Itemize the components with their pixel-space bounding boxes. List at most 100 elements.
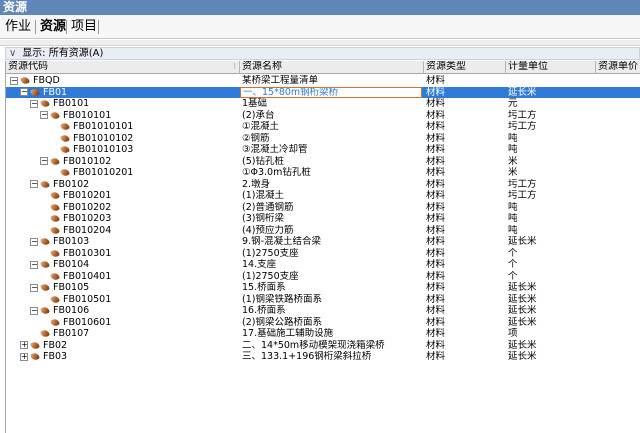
table-row[interactable]: FB010203 (3)钢桁梁 材料 吨 xyxy=(6,213,640,225)
tab-activities[interactable]: 作业 xyxy=(2,18,34,36)
collapse-icon[interactable]: − xyxy=(30,306,38,315)
table-row[interactable]: − FB0104 14.支座 材料 个 xyxy=(6,259,640,271)
table-row[interactable]: − FB0103 9.钢-混凝土结合梁 材料 延长米 xyxy=(6,236,640,248)
tab-resources[interactable]: 资源 xyxy=(37,18,69,36)
cell-code: − FB0101 xyxy=(6,98,238,110)
collapse-icon[interactable]: − xyxy=(40,111,48,119)
collapse-icon[interactable]: − xyxy=(30,180,38,188)
collapse-icon[interactable]: − xyxy=(10,76,18,85)
cell-name: 9.钢-混凝土结合梁 xyxy=(242,236,321,247)
table-row[interactable]: FB01010201 ①Φ3.0m钻孔桩 材料 米 xyxy=(6,167,640,179)
table-row[interactable]: FB010401 (1)2750支座 材料 个 xyxy=(6,271,640,283)
table-row[interactable]: − FB0105 15.桥面系 材料 延长米 xyxy=(6,282,640,294)
table-row[interactable]: FB01010103 ③混凝土冷却管 材料 吨 xyxy=(6,144,640,156)
cell-code: FB01010102 xyxy=(6,133,238,145)
cell-type: 材料 xyxy=(426,121,446,132)
collapse-icon[interactable]: − xyxy=(30,283,38,292)
cell-unit: 延长米 xyxy=(508,293,537,305)
resource-code: FB010101 xyxy=(63,109,112,121)
table-row[interactable]: + FB02 二、14*50m移动模架现浇箱梁桥 材料 延长米 xyxy=(6,340,640,352)
table-row[interactable]: − FB0101 1基础 材料 元 xyxy=(6,98,640,110)
resource-code: FB010202 xyxy=(63,201,112,213)
cell-type: 材料 xyxy=(426,75,446,86)
cell-name: 16.桥面系 xyxy=(242,305,286,316)
cell-code: − FB0106 xyxy=(6,305,238,317)
column-filter-icon[interactable]: ⁝ xyxy=(233,61,236,73)
column-header-code-label: 资源代码 xyxy=(8,61,48,72)
cell-code: FB01010101 xyxy=(6,121,238,133)
cell-code: FB010501 xyxy=(6,294,238,306)
column-header-name[interactable]: 资源名称 xyxy=(240,61,424,74)
resource-code: FB010501 xyxy=(63,293,112,305)
collapse-icon[interactable]: − xyxy=(30,99,38,108)
resource-icon xyxy=(50,157,60,166)
table-row[interactable]: − FB010101 (2)承台 材料 圬工方 xyxy=(6,110,640,122)
resource-code: FB0104 xyxy=(53,259,90,270)
table-row[interactable]: + FB03 三、133.1+196钢桁梁斜拉桥 材料 延长米 xyxy=(6,351,640,363)
table-row[interactable]: − FB010102 (5)钻孔桩 材料 米 xyxy=(6,156,640,168)
cell-type: 材料 xyxy=(426,201,446,213)
resource-code: FB010102 xyxy=(63,155,112,167)
table-row[interactable]: FB010501 (1)钢梁铁路桥面系 材料 延长米 xyxy=(6,294,640,306)
resource-code: FB03 xyxy=(43,351,68,362)
column-header-unit[interactable]: 计量单位 xyxy=(506,61,596,74)
cell-name: ②钢筋 xyxy=(242,132,270,144)
cell-type: 材料 xyxy=(426,247,446,259)
resource-icon xyxy=(50,214,60,223)
cell-unit: 圬工方 xyxy=(508,178,537,190)
table-row[interactable]: − FB01 一、15*80m钢桁梁桥 材料 延长米 xyxy=(6,86,640,98)
table-row[interactable]: FB010201 (1)混凝土 材料 圬工方 xyxy=(6,190,640,202)
cell-code: FB010204 xyxy=(6,225,238,237)
chevron-down-icon[interactable]: ∨ xyxy=(9,48,19,59)
column-header-type[interactable]: 资源类型 xyxy=(424,61,506,74)
column-header-price[interactable]: 资源单价 xyxy=(596,61,640,74)
cell-type: 材料 xyxy=(426,190,446,201)
cell-unit: 米 xyxy=(508,167,518,178)
table-row[interactable]: − FBQD 某桥梁工程量清单 材料 xyxy=(6,75,640,87)
column-header-code[interactable]: 资源代码 ⁝ xyxy=(6,61,240,74)
cell-type: 材料 xyxy=(426,98,446,109)
collapse-icon[interactable]: − xyxy=(20,88,28,96)
cell-type: 材料 xyxy=(426,305,446,316)
table-row[interactable]: FB01010101 ①混凝土 材料 圬工方 xyxy=(6,121,640,133)
resource-code: FB0105 xyxy=(53,282,90,293)
collapse-icon[interactable]: − xyxy=(30,260,38,269)
cell-unit: 延长米 xyxy=(508,236,537,247)
filter-bar[interactable]: ∨ 显示: 所有资源(A) xyxy=(5,47,640,60)
resource-code: FB010401 xyxy=(63,270,112,282)
cell-type: 材料 xyxy=(426,259,446,270)
resource-icon xyxy=(40,260,50,269)
table-row[interactable]: − FB0106 16.桥面系 材料 延长米 xyxy=(6,305,640,317)
resource-icon xyxy=(50,318,60,327)
resource-code: FB010601 xyxy=(63,316,112,328)
table-row[interactable]: FB010204 (4)预应力筋 材料 吨 xyxy=(6,225,640,237)
tab-projects[interactable]: 项目 xyxy=(68,18,100,36)
cell-type: 材料 xyxy=(426,282,446,293)
tab-divider xyxy=(66,20,67,34)
table-row[interactable]: − FB0102 2.墩身 材料 圬工方 xyxy=(6,179,640,191)
cell-type: 材料 xyxy=(426,155,446,167)
collapse-icon[interactable]: − xyxy=(40,157,48,165)
resource-icon xyxy=(30,352,40,361)
expand-icon[interactable]: + xyxy=(20,341,28,349)
cell-code: − FB0102 xyxy=(6,179,238,191)
cell-type: 材料 xyxy=(426,167,446,178)
table-row[interactable]: FB0107 17.基础施工辅助设施 材料 项 xyxy=(6,328,640,340)
cell-name: 1基础 xyxy=(242,98,268,109)
cell-type: 材料 xyxy=(426,213,446,224)
expand-icon[interactable]: + xyxy=(20,352,28,361)
table-row[interactable]: FB01010102 ②钢筋 材料 吨 xyxy=(6,133,640,145)
cell-name: (2)普通钢筋 xyxy=(242,201,294,213)
table-row[interactable]: FB010202 (2)普通钢筋 材料 吨 xyxy=(6,202,640,214)
table-row[interactable]: FB010301 (1)2750支座 材料 个 xyxy=(6,248,640,260)
cell-name[interactable]: 一、15*80m钢桁梁桥 xyxy=(240,86,422,98)
cell-code: FB010201 xyxy=(6,190,238,202)
table-row[interactable]: FB010601 (2)钢梁公路桥面系 材料 延长米 xyxy=(6,317,640,329)
collapse-icon[interactable]: − xyxy=(30,237,38,246)
